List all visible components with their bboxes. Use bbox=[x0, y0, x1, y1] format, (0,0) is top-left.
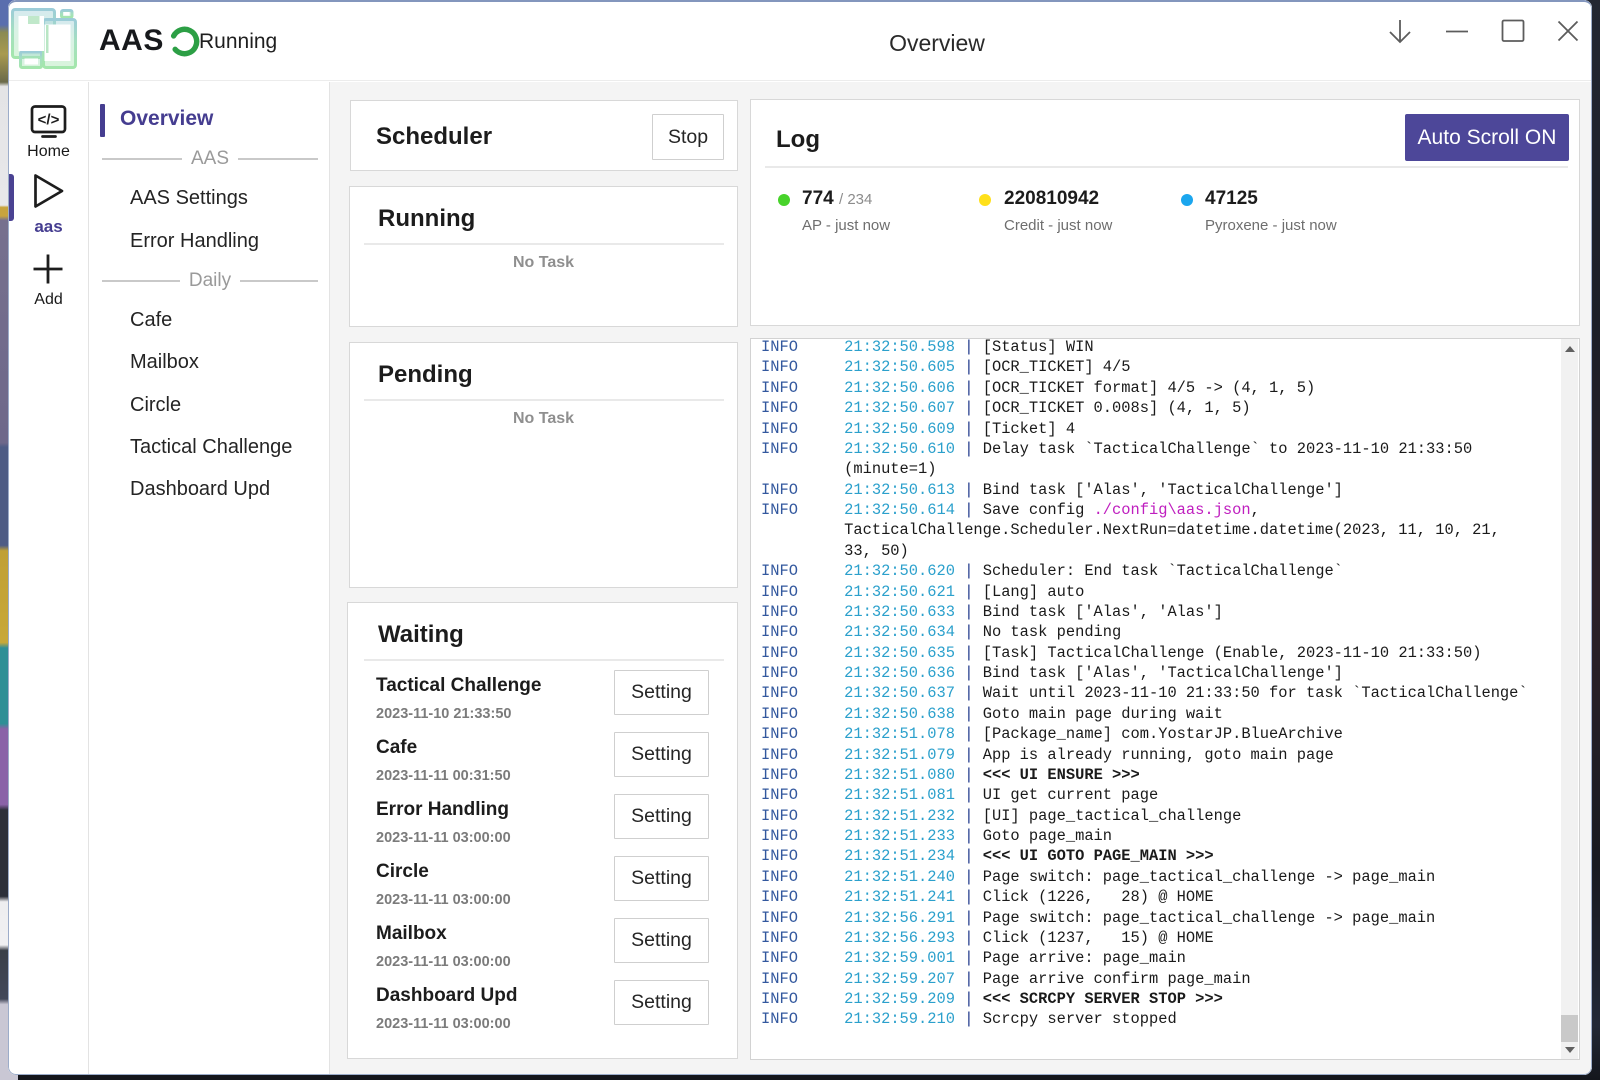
svg-text:</>: </> bbox=[38, 112, 60, 129]
